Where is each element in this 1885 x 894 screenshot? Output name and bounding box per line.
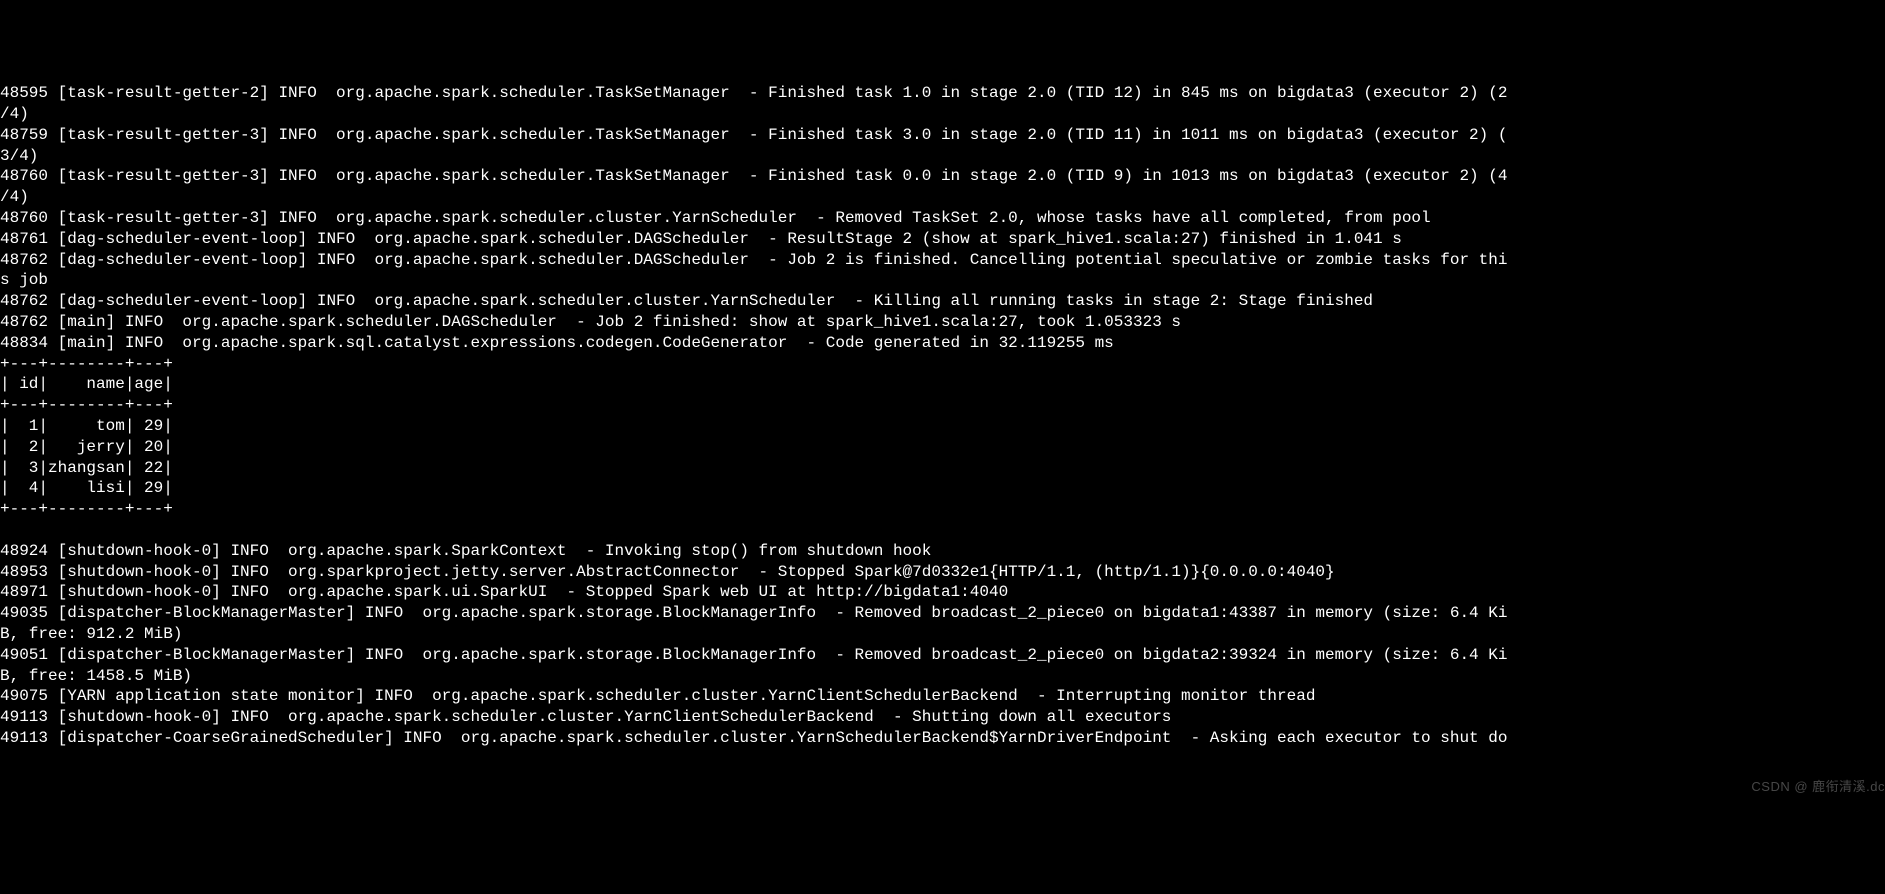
log-line: 49075 [YARN application state monitor] I… <box>0 687 1315 705</box>
log-line: 48761 [dag-scheduler-event-loop] INFO or… <box>0 230 1402 248</box>
table-border: +---+--------+---+ <box>0 500 173 518</box>
log-line: B, free: 912.2 MiB) <box>0 625 182 643</box>
log-line: 49035 [dispatcher-BlockManagerMaster] IN… <box>0 604 1507 622</box>
table-header: | id| name|age| <box>0 375 173 393</box>
table-row: | 2| jerry| 20| <box>0 438 173 456</box>
log-line: 48971 [shutdown-hook-0] INFO org.apache.… <box>0 583 1008 601</box>
log-line: 48834 [main] INFO org.apache.spark.sql.c… <box>0 334 1114 352</box>
table-border: +---+--------+---+ <box>0 396 173 414</box>
log-line: /4) <box>0 188 29 206</box>
log-line: B, free: 1458.5 MiB) <box>0 667 192 685</box>
log-line: 48595 [task-result-getter-2] INFO org.ap… <box>0 84 1507 102</box>
log-line: 48760 [task-result-getter-3] INFO org.ap… <box>0 209 1431 227</box>
table-row: | 3|zhangsan| 22| <box>0 459 173 477</box>
log-line: 48924 [shutdown-hook-0] INFO org.apache.… <box>0 542 931 560</box>
table-border: +---+--------+---+ <box>0 355 173 373</box>
log-line: 3/4) <box>0 147 38 165</box>
log-line: 48762 [dag-scheduler-event-loop] INFO or… <box>0 292 1373 310</box>
log-line: 49113 [shutdown-hook-0] INFO org.apache.… <box>0 708 1171 726</box>
log-line: 49051 [dispatcher-BlockManagerMaster] IN… <box>0 646 1507 664</box>
watermark-text: CSDN @ 鹿衔清溪.dc <box>1751 777 1885 798</box>
log-line: 48762 [main] INFO org.apache.spark.sched… <box>0 313 1181 331</box>
log-line: s job <box>0 271 48 289</box>
log-line: 49113 [dispatcher-CoarseGrainedScheduler… <box>0 729 1507 747</box>
terminal-output: 48595 [task-result-getter-2] INFO org.ap… <box>0 83 1885 749</box>
table-row: | 1| tom| 29| <box>0 417 173 435</box>
log-line: /4) <box>0 105 29 123</box>
table-row: | 4| lisi| 29| <box>0 479 173 497</box>
log-line: 48762 [dag-scheduler-event-loop] INFO or… <box>0 251 1507 269</box>
log-line: 48953 [shutdown-hook-0] INFO org.sparkpr… <box>0 563 1335 581</box>
log-line: 48760 [task-result-getter-3] INFO org.ap… <box>0 167 1507 185</box>
log-line: 48759 [task-result-getter-3] INFO org.ap… <box>0 126 1507 144</box>
